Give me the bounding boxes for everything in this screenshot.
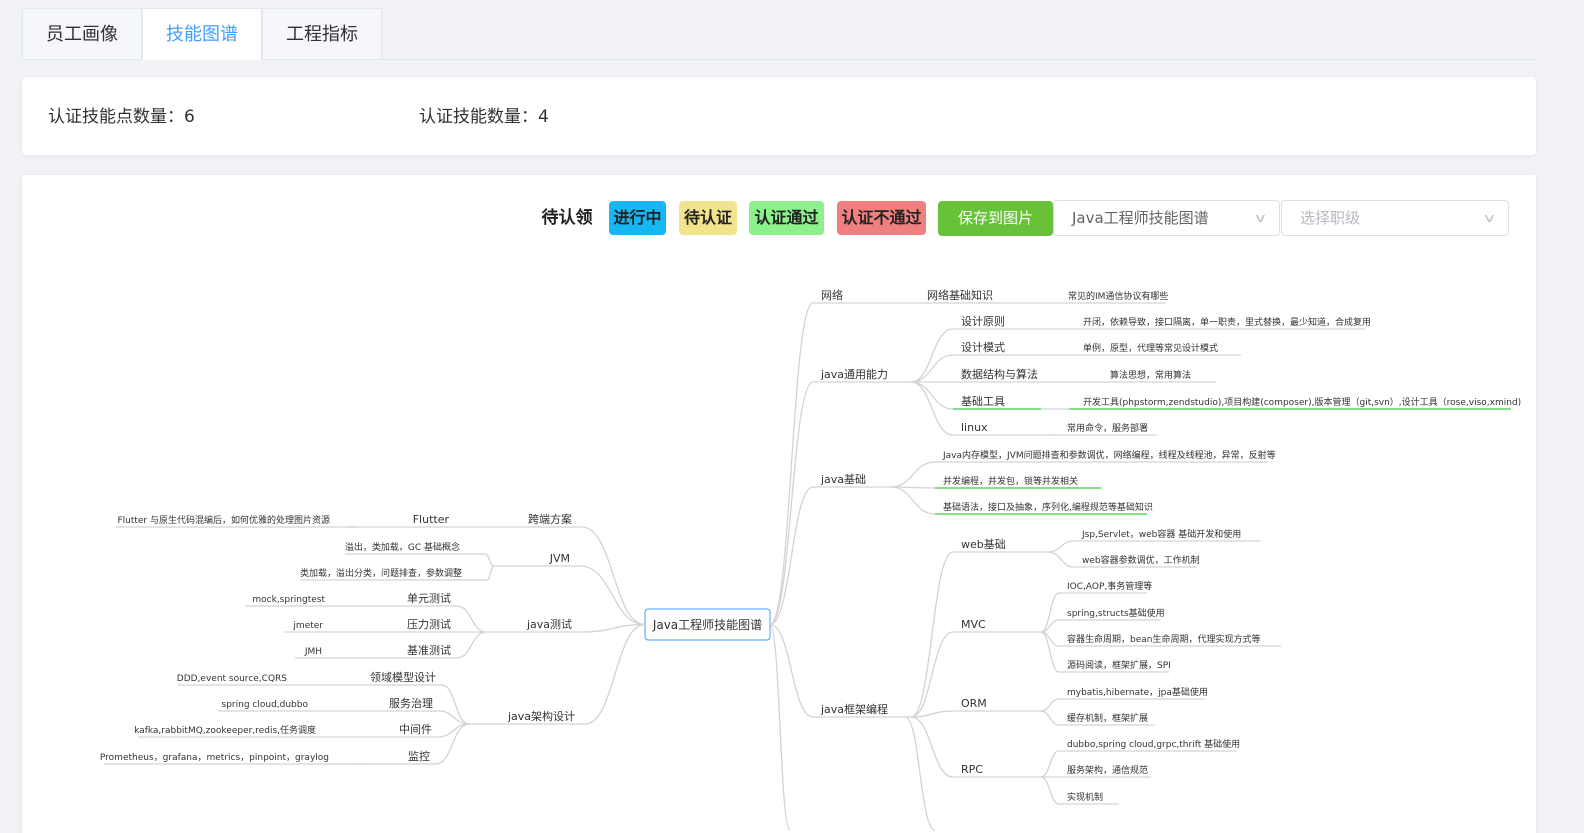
- skill-map-select-value: Java工程师技能图谱: [1072, 209, 1209, 227]
- skill-map-panel: [22, 175, 1536, 833]
- legend-unclaimed: 待认领: [541, 208, 593, 228]
- tab-bar: 员工画像 技能图谱 工程指标: [22, 8, 1536, 60]
- certified-points-count: 认证技能点数量：6: [48, 107, 195, 127]
- tab-skill-map[interactable]: 技能图谱: [142, 8, 262, 60]
- level-select[interactable]: 选择职级 ∨: [1281, 200, 1509, 236]
- legend-pending: 待认证: [679, 201, 737, 235]
- skill-map-select[interactable]: Java工程师技能图谱 ∨: [1053, 200, 1280, 236]
- certified-skills-count: 认证技能数量：4: [419, 107, 549, 127]
- chevron-down-icon: ∨: [1253, 211, 1268, 225]
- tab-employee-profile[interactable]: 员工画像: [22, 8, 142, 59]
- legend-failed: 认证不通过: [837, 201, 926, 235]
- save-to-image-button[interactable]: 保存到图片: [938, 201, 1053, 236]
- legend-passed: 认证通过: [749, 201, 824, 235]
- chevron-down-icon: ∨: [1482, 211, 1497, 225]
- tab-engineering-metrics[interactable]: 工程指标: [262, 8, 382, 59]
- level-select-placeholder: 选择职级: [1300, 209, 1361, 227]
- legend-in-progress: 进行中: [609, 201, 666, 235]
- stats-card: 认证技能点数量：6 认证技能数量：4: [22, 77, 1536, 155]
